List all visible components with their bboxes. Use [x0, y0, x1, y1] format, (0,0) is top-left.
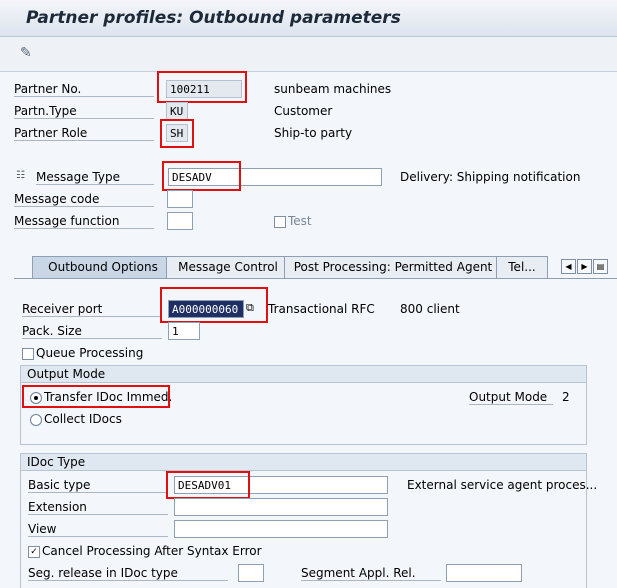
- seg-release-field[interactable]: [238, 564, 264, 582]
- output-mode-label: Output Mode: [469, 390, 553, 405]
- cancel-processing-checkbox[interactable]: ✓: [28, 546, 40, 558]
- seg-release-label: Seg. release in IDoc type: [28, 566, 228, 581]
- extension-label: Extension: [28, 500, 168, 515]
- tab-telephony[interactable]: Tel...: [496, 256, 548, 278]
- display-change-icon[interactable]: ✎: [20, 45, 32, 61]
- highlight-partner-role: [160, 119, 194, 148]
- collect-idocs-label: Collect IDocs: [44, 412, 122, 426]
- toolbar: ✎: [0, 37, 617, 72]
- tab-scroll-right-icon[interactable]: ▶: [577, 259, 592, 274]
- tab-scroll-left-icon[interactable]: ◀: [561, 259, 576, 274]
- message-function-field[interactable]: [167, 212, 193, 230]
- partner-no-label: Partner No.: [14, 82, 154, 97]
- port-type: Transactional RFC: [268, 302, 375, 316]
- collect-idocs-radio[interactable]: [30, 414, 42, 426]
- highlight-message-type: [162, 161, 241, 191]
- partn-type-label: Partn.Type: [14, 104, 154, 119]
- tab-outbound-options[interactable]: Outbound Options: [32, 256, 174, 278]
- message-type-desc: Delivery: Shipping notification: [400, 170, 581, 184]
- tab-list-icon[interactable]: ▤: [593, 259, 608, 274]
- view-label: View: [28, 522, 168, 537]
- required-fields-icon: ☷: [16, 170, 25, 181]
- output-mode-value: 2: [562, 390, 570, 404]
- message-function-label: Message function: [14, 214, 154, 229]
- message-code-field[interactable]: [167, 190, 193, 208]
- test-checkbox[interactable]: [274, 216, 286, 228]
- message-type-label: Message Type: [36, 170, 154, 185]
- receiver-port-label: Receiver port: [22, 302, 162, 317]
- output-mode-heading: Output Mode: [21, 366, 586, 383]
- highlight-receiver-port: [160, 287, 268, 323]
- segment-appl-field[interactable]: [446, 564, 522, 582]
- queue-processing-checkbox[interactable]: [22, 348, 34, 360]
- cancel-processing-label: Cancel Processing After Syntax Error: [42, 544, 262, 558]
- test-label: Test: [288, 214, 312, 228]
- highlight-basic-type: [166, 471, 250, 499]
- basic-type-label: Basic type: [28, 478, 168, 493]
- highlight-transfer-immed: [22, 385, 170, 408]
- tab-post-processing[interactable]: Post Processing: Permitted Agent: [284, 256, 502, 278]
- tab-strip: Outbound Options Message Control Post Pr…: [14, 256, 617, 278]
- pack-size-field[interactable]: 1: [168, 322, 200, 340]
- basic-type-desc: External service agent proces...: [407, 478, 598, 492]
- queue-processing-label: Queue Processing: [36, 346, 144, 360]
- tab-message-control[interactable]: Message Control: [166, 256, 290, 278]
- idoc-type-heading: IDoc Type: [21, 454, 586, 471]
- segment-appl-label: Segment Appl. Rel.: [301, 566, 441, 581]
- partn-type-field: KU: [166, 102, 188, 120]
- page-title: Partner profiles: Outbound parameters: [26, 8, 401, 28]
- title-bar: Partner profiles: Outbound parameters: [0, 0, 617, 37]
- message-code-label: Message code: [14, 192, 154, 207]
- pack-size-label: Pack. Size: [22, 324, 162, 339]
- partner-name: sunbeam machines: [274, 82, 392, 96]
- partn-type-desc: Customer: [274, 104, 333, 118]
- extension-field[interactable]: [174, 498, 388, 516]
- partner-role-desc: Ship-to party: [274, 126, 353, 140]
- partner-role-label: Partner Role: [14, 126, 154, 141]
- view-field[interactable]: [174, 520, 388, 538]
- highlight-partner-no: [157, 71, 247, 103]
- port-desc: 800 client: [400, 302, 460, 316]
